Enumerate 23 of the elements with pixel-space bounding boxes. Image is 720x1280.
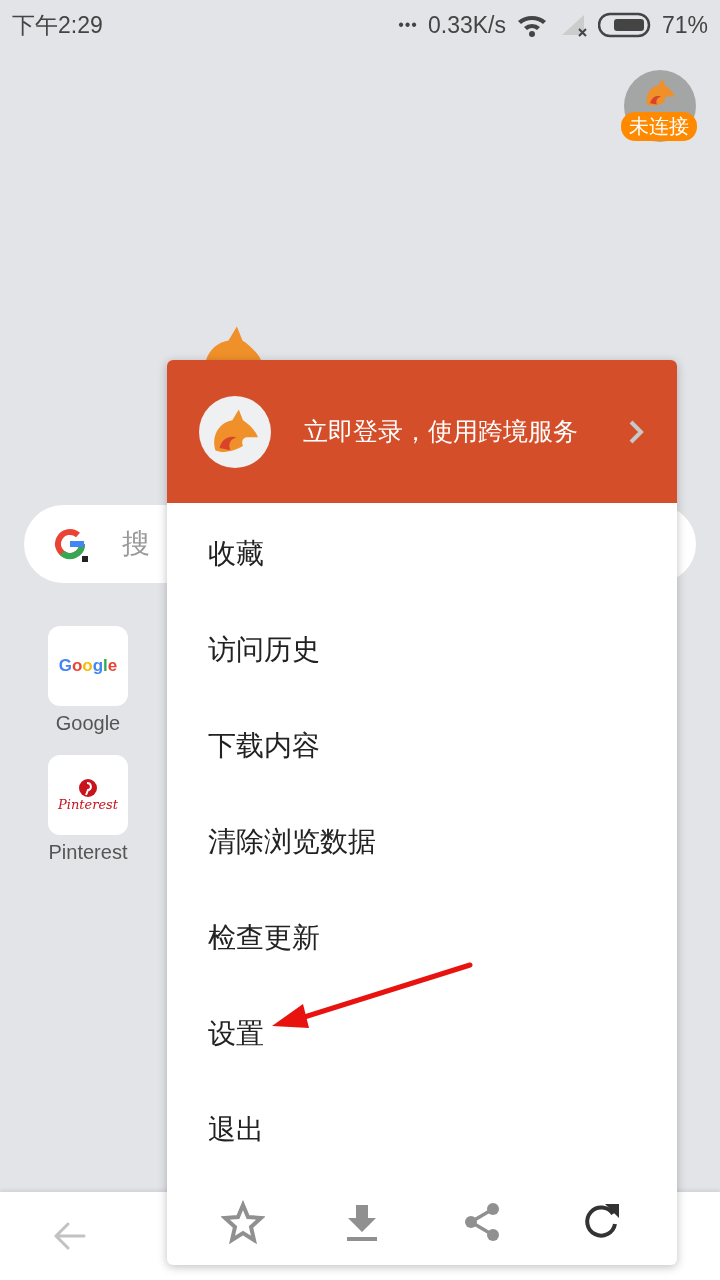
more-indicator: ••• bbox=[398, 16, 418, 34]
tile-logo: Pinterest bbox=[58, 796, 118, 812]
shortcut-label: Pinterest bbox=[48, 841, 128, 864]
connection-badge: 未连接 bbox=[621, 112, 697, 141]
shortcut-tile[interactable]: Pinterest bbox=[48, 755, 128, 835]
g-logo-icon bbox=[52, 526, 88, 562]
menu-item[interactable]: 检查更新 bbox=[167, 890, 677, 986]
battery-icon bbox=[597, 12, 652, 38]
star-icon[interactable] bbox=[220, 1199, 265, 1244]
shortcut-label: Google bbox=[55, 712, 121, 735]
tile-logo: Google bbox=[58, 656, 118, 676]
network-speed: 0.33K/s bbox=[427, 11, 506, 39]
login-banner[interactable]: 立即登录，使用跨境服务 bbox=[167, 360, 677, 503]
menu-item[interactable]: 访问历史 bbox=[167, 602, 677, 698]
pin-icon bbox=[79, 778, 97, 797]
menu-item[interactable]: 设置 bbox=[167, 986, 677, 1082]
battery-percent: 71% bbox=[661, 11, 708, 39]
menu-item[interactable]: 退出 bbox=[167, 1082, 677, 1178]
menu-item[interactable]: 收藏 bbox=[167, 506, 677, 602]
status-time: 下午2:29 bbox=[12, 10, 103, 40]
menu-item[interactable]: 清除浏览数据 bbox=[167, 794, 677, 890]
menu-item[interactable]: 下载内容 bbox=[167, 698, 677, 794]
shortcut-tile[interactable]: Google bbox=[48, 626, 128, 706]
